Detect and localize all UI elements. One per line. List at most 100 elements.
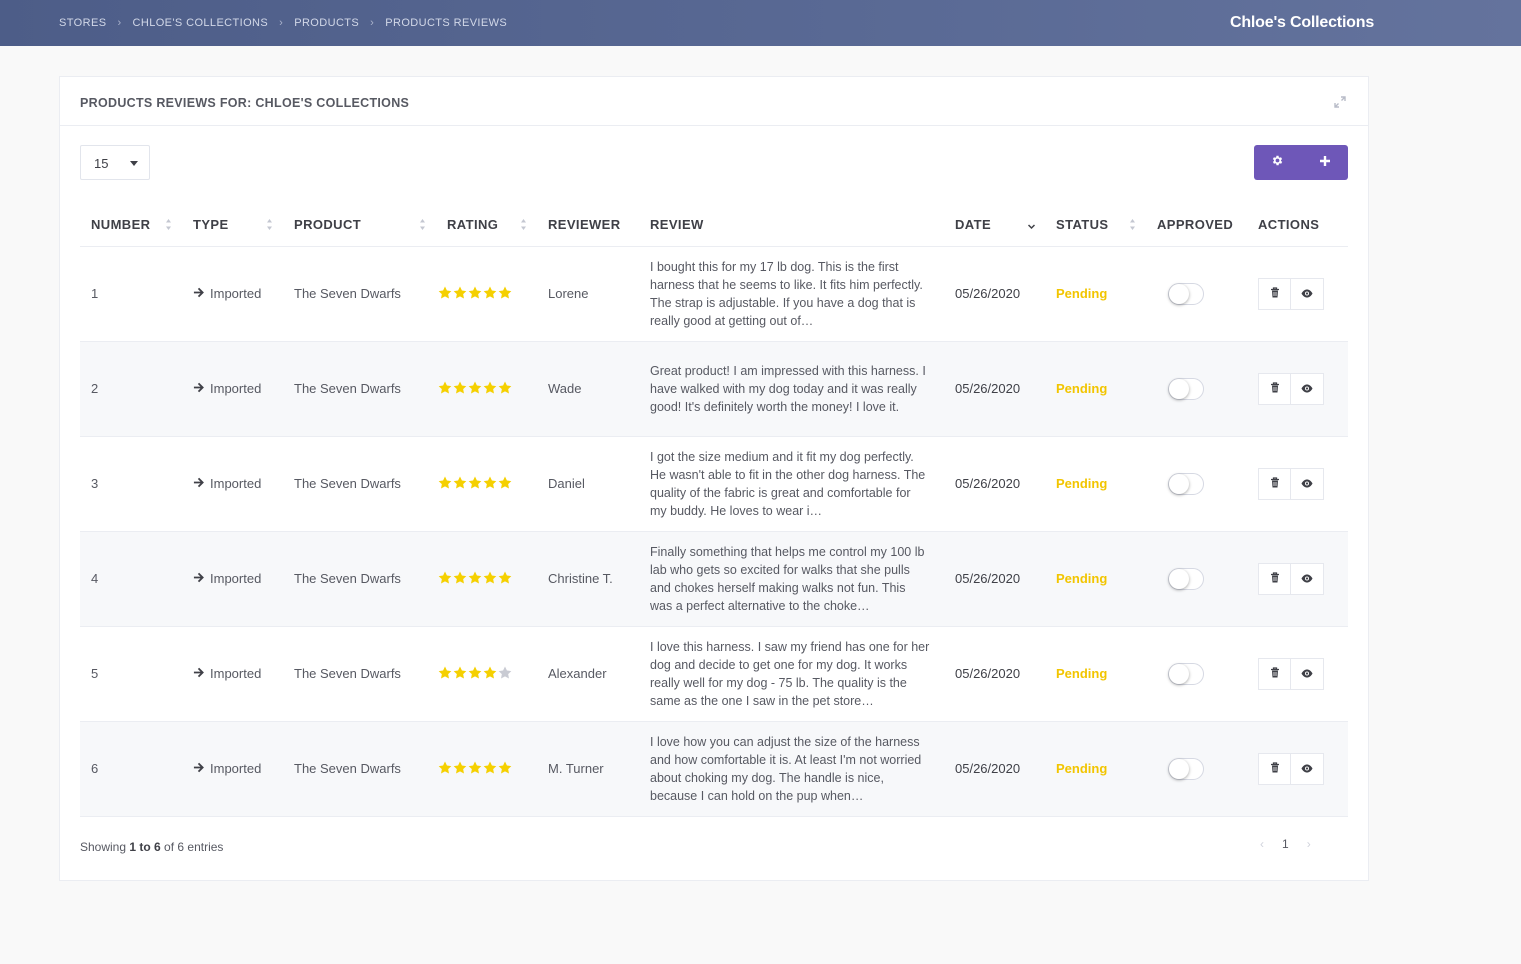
store-name: Chloe's Collections (1230, 14, 1375, 31)
trash-icon (1270, 476, 1280, 491)
cell-date: 05/26/2020 (944, 341, 1045, 437)
table-row: 1 Imported The Seven Dwarfs Lorene I bou… (80, 246, 1348, 342)
cell-number: 6 (80, 721, 182, 817)
cell-number: 5 (80, 626, 182, 722)
chevron-right-icon: › (117, 17, 122, 29)
column-date[interactable]: DATE (944, 203, 1045, 247)
trash-icon (1270, 571, 1280, 586)
sort-icon (521, 219, 526, 230)
sort-icon (420, 219, 425, 230)
column-number[interactable]: NUMBER (80, 203, 182, 247)
eye-icon (1301, 381, 1313, 396)
toggle-knob (1169, 758, 1189, 779)
view-button[interactable] (1291, 467, 1324, 500)
chevron-right-icon: › (370, 17, 375, 29)
pagination-page-1[interactable]: 1 (1282, 837, 1289, 851)
cell-approved (1146, 626, 1247, 722)
cell-date: 05/26/2020 (944, 721, 1045, 817)
approved-toggle[interactable] (1168, 757, 1204, 780)
pagination-next[interactable]: › (1307, 837, 1311, 851)
approved-toggle[interactable] (1168, 377, 1204, 400)
star-icon (483, 760, 497, 777)
arrow-right-icon (193, 476, 204, 491)
eye-icon (1301, 761, 1313, 776)
top-header-bar: STORES › CHLOE'S COLLECTIONS › PRODUCTS … (0, 0, 1521, 46)
rating-stars (438, 760, 537, 777)
cell-date: 05/26/2020 (944, 626, 1045, 722)
cell-type: Imported (182, 436, 283, 532)
cell-rating (436, 626, 537, 722)
cell-rating (436, 436, 537, 532)
cell-date: 05/26/2020 (944, 436, 1045, 532)
status-badge: Pending (1056, 381, 1108, 396)
table-row: 4 Imported The Seven Dwarfs Christine T.… (80, 531, 1348, 627)
cell-approved (1146, 721, 1247, 817)
sort-icon (267, 219, 272, 230)
star-icon (483, 380, 497, 397)
arrow-right-icon (193, 761, 204, 776)
delete-button[interactable] (1258, 752, 1291, 785)
approved-toggle[interactable] (1168, 472, 1204, 495)
cell-date: 05/26/2020 (944, 246, 1045, 342)
cell-approved (1146, 341, 1247, 437)
star-icon (498, 760, 512, 777)
delete-button[interactable] (1258, 562, 1291, 595)
star-icon (483, 665, 497, 682)
cell-review: I got the size medium and it fit my dog … (639, 436, 944, 532)
settings-button[interactable] (1254, 145, 1301, 180)
delete-button[interactable] (1258, 657, 1291, 690)
cell-product: The Seven Dwarfs (283, 341, 436, 437)
star-icon (438, 570, 452, 587)
breadcrumb-products[interactable]: PRODUCTS (294, 17, 359, 29)
delete-button[interactable] (1258, 467, 1291, 500)
view-button[interactable] (1291, 752, 1324, 785)
cell-reviewer: Lorene (537, 246, 639, 342)
view-button[interactable] (1291, 562, 1324, 595)
cell-status: Pending (1045, 531, 1146, 627)
expand-icon[interactable] (1334, 95, 1346, 108)
view-button[interactable] (1291, 277, 1324, 310)
view-button[interactable] (1291, 372, 1324, 405)
cell-type: Imported (182, 721, 283, 817)
star-icon (468, 285, 482, 302)
table-row: 2 Imported The Seven Dwarfs Wade Great p… (80, 341, 1348, 437)
star-icon (438, 475, 452, 492)
star-icon (438, 285, 452, 302)
cell-type: Imported (182, 341, 283, 437)
add-review-button[interactable] (1301, 145, 1348, 180)
cell-product: The Seven Dwarfs (283, 436, 436, 532)
approved-toggle[interactable] (1168, 567, 1204, 590)
column-status[interactable]: STATUS (1045, 203, 1146, 247)
star-icon (453, 760, 467, 777)
cell-approved (1146, 436, 1247, 532)
caret-down-icon (130, 161, 138, 166)
breadcrumb-stores[interactable]: STORES (59, 17, 106, 29)
table-header-row: NUMBER TYPE PRODUCT RATING REVIEWER REVI… (80, 203, 1348, 247)
column-product[interactable]: PRODUCT (283, 203, 436, 247)
status-badge: Pending (1056, 666, 1108, 681)
star-icon (498, 285, 512, 302)
toolbar-button-group (1254, 145, 1348, 180)
delete-button[interactable] (1258, 277, 1291, 310)
toggle-knob (1169, 663, 1189, 684)
breadcrumb-products-reviews[interactable]: PRODUCTS REVIEWS (385, 17, 507, 29)
column-type[interactable]: TYPE (182, 203, 283, 247)
status-badge: Pending (1056, 476, 1108, 491)
breadcrumb-store[interactable]: CHLOE'S COLLECTIONS (133, 17, 269, 29)
rating-stars (438, 475, 537, 492)
pagination-prev[interactable]: ‹ (1260, 837, 1264, 851)
sort-icon (1130, 219, 1135, 230)
gear-icon (1271, 154, 1284, 172)
page-length-select[interactable]: 15 (80, 145, 150, 180)
approved-toggle[interactable] (1168, 282, 1204, 305)
approved-toggle[interactable] (1168, 662, 1204, 685)
cell-actions (1247, 341, 1348, 437)
view-button[interactable] (1291, 657, 1324, 690)
rating-stars (438, 285, 537, 302)
star-icon (483, 570, 497, 587)
portlet-title: PRODUCTS REVIEWS FOR: CHLOE'S COLLECTION… (80, 96, 410, 110)
arrow-right-icon (193, 381, 204, 396)
column-rating[interactable]: RATING (436, 203, 537, 247)
star-icon (483, 285, 497, 302)
delete-button[interactable] (1258, 372, 1291, 405)
